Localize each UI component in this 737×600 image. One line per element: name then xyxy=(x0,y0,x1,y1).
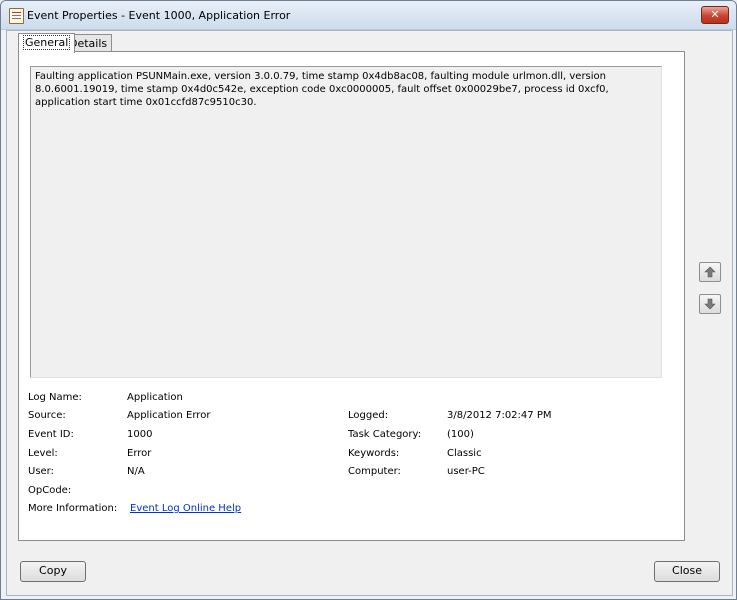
copy-button[interactable]: Copy xyxy=(20,561,86,582)
tab-general[interactable]: General xyxy=(18,33,76,53)
tab-general-label: General xyxy=(23,35,71,50)
previous-event-button[interactable] xyxy=(699,262,721,282)
keywords-value: Classic xyxy=(447,448,482,459)
more-information-label: More Information: xyxy=(28,503,118,514)
event-properties-window: Event Properties - Event 1000, Applicati… xyxy=(0,0,737,600)
close-button[interactable]: Close xyxy=(654,561,720,582)
event-log-online-help-link[interactable]: Event Log Online Help xyxy=(130,503,241,515)
source-value: Application Error xyxy=(127,410,211,421)
event-viewer-icon xyxy=(9,8,24,24)
window-close-button[interactable]: ✕ xyxy=(701,6,729,24)
user-value: N/A xyxy=(127,466,145,477)
logged-value: 3/8/2012 7:02:47 PM xyxy=(447,410,552,421)
user-label: User: xyxy=(28,466,54,477)
level-label: Level: xyxy=(28,448,58,459)
arrow-down-icon xyxy=(704,298,716,310)
computer-label: Computer: xyxy=(348,466,401,477)
task-category-value: (100) xyxy=(447,429,474,440)
logged-label: Logged: xyxy=(348,410,389,421)
title-bar[interactable]: Event Properties - Event 1000, Applicati… xyxy=(1,1,736,30)
source-label: Source: xyxy=(28,410,66,421)
level-value: Error xyxy=(127,448,152,459)
opcode-label: OpCode: xyxy=(28,485,72,496)
keywords-label: Keywords: xyxy=(348,448,400,459)
event-id-value: 1000 xyxy=(127,429,153,440)
dialog-client-area: General Details Faulting application PSU… xyxy=(6,30,733,596)
general-tab-panel: Faulting application PSUNMain.exe, versi… xyxy=(18,51,685,541)
next-event-button[interactable] xyxy=(699,294,721,314)
event-id-label: Event ID: xyxy=(28,429,74,440)
log-name-label: Log Name: xyxy=(28,392,82,403)
window-title: Event Properties - Event 1000, Applicati… xyxy=(27,9,291,22)
event-description-textbox[interactable]: Faulting application PSUNMain.exe, versi… xyxy=(30,66,662,378)
task-category-label: Task Category: xyxy=(348,429,422,440)
arrow-up-icon xyxy=(704,266,716,278)
computer-value: user-PC xyxy=(447,466,485,477)
log-name-value: Application xyxy=(127,392,183,403)
